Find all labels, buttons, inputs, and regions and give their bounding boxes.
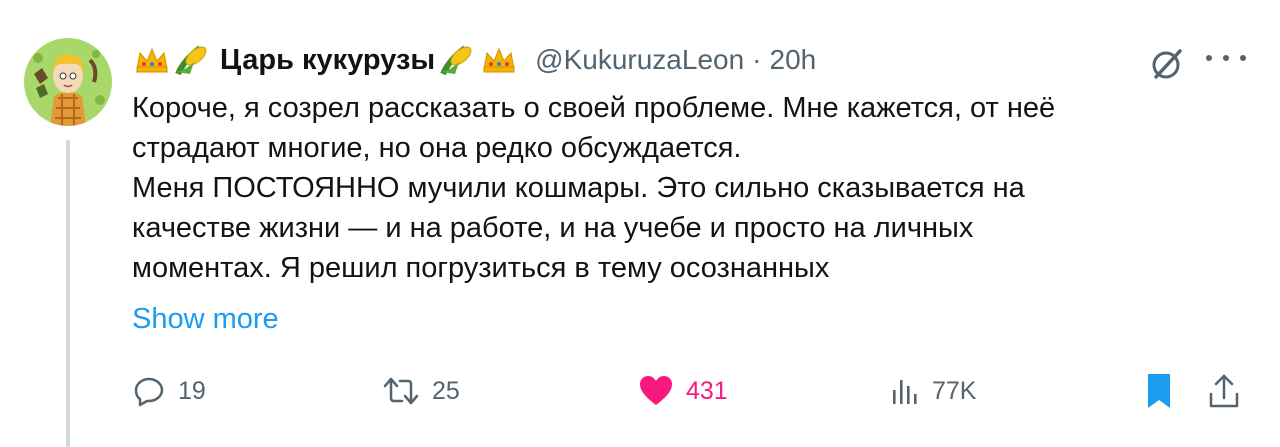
- corn-emoji-icon: [174, 44, 212, 76]
- like-button[interactable]: 431: [638, 371, 728, 411]
- header-separator: ·: [752, 44, 762, 75]
- author-handle[interactable]: @KukuruzaLeon: [535, 44, 744, 76]
- crown-emoji-icon: [481, 45, 517, 75]
- bookmark-icon[interactable]: [1144, 372, 1174, 415]
- reply-icon: [134, 377, 164, 407]
- reply-count: 19: [178, 376, 206, 405]
- retweet-button[interactable]: 25: [382, 371, 460, 411]
- grok-icon[interactable]: [1148, 45, 1186, 83]
- crown-emoji-icon: [134, 45, 170, 75]
- avatar-image: [24, 38, 112, 126]
- heart-icon: [640, 376, 672, 405]
- tweet-text-line: Короче, я созрел рассказать о своей проб…: [132, 92, 1056, 124]
- tweet-header: Царь кукурузы @KukuruzaLeon · 20h: [134, 40, 816, 80]
- views-button[interactable]: 77K: [886, 371, 976, 411]
- like-count: 431: [686, 376, 728, 405]
- tweet-text: Короче, я созрел рассказать о своей проб…: [132, 88, 1212, 288]
- share-icon[interactable]: [1206, 372, 1242, 415]
- views-count: 77K: [932, 376, 977, 405]
- tweet-time[interactable]: 20h: [770, 44, 817, 76]
- tweet-text-line: Меня ПОСТОЯННО мучили кошмары. Это сильн…: [132, 172, 1025, 204]
- retweet-count: 25: [432, 376, 460, 405]
- author-name[interactable]: Царь кукурузы: [220, 44, 435, 77]
- views-icon: [893, 380, 917, 404]
- reply-button[interactable]: 19: [132, 371, 206, 411]
- tweet-text-line: качестве жизни — и на работе, и на учебе…: [132, 212, 974, 244]
- retweet-icon: [383, 377, 419, 405]
- show-more-link[interactable]: Show more: [132, 303, 279, 336]
- tweet-text-line: моментах. Я решил погрузиться в тему осо…: [132, 252, 830, 284]
- corn-emoji-icon: [439, 44, 477, 76]
- thread-line: [66, 140, 70, 447]
- tweet-text-line: страдают многие, но она редко обсуждаетс…: [132, 132, 742, 164]
- more-dots-icon[interactable]: [1206, 40, 1246, 76]
- avatar[interactable]: [24, 38, 112, 126]
